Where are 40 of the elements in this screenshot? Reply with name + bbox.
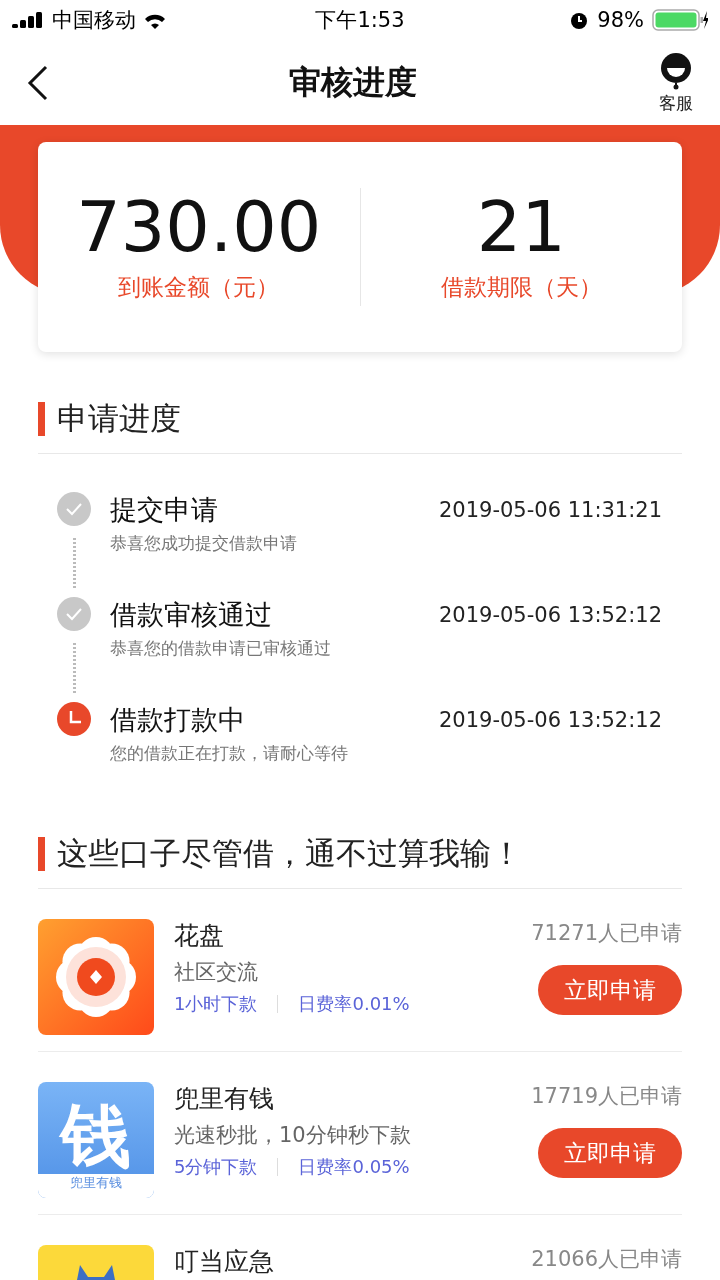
- summary-value: 730.00: [76, 191, 322, 262]
- app-description: 光速秒批，10分钟秒下款: [174, 1122, 412, 1149]
- applicant-count: 71271人已申请: [531, 920, 682, 947]
- app-logo: 钱 兜里有钱: [38, 1082, 154, 1198]
- app-name: 花盘: [174, 920, 225, 952]
- summary-label: 到账金额（元）: [118, 272, 280, 302]
- status-time: 下午1:53: [315, 7, 405, 34]
- battery-icon: [652, 9, 708, 31]
- step-title: 借款打款中: [110, 704, 245, 735]
- step-description: 您的借款正在打款，请耐心等待: [110, 742, 349, 765]
- summary-value: 21: [476, 191, 566, 262]
- back-icon[interactable]: [26, 64, 50, 101]
- section-title: 申请进度: [57, 398, 181, 438]
- section-title: 这些口子尽管借，通不过算我输！: [57, 833, 522, 873]
- app-name: 叮当应急: [174, 1246, 275, 1278]
- alarm-icon: [569, 10, 590, 30]
- app-description: 社区交流: [174, 959, 259, 986]
- app-name: 兜里有钱: [174, 1083, 275, 1115]
- summary-label: 借款期限（天）: [440, 272, 602, 302]
- feature-tag: 日费率0.05%: [298, 1155, 410, 1179]
- accent-bar: [38, 836, 45, 871]
- carrier-name: 中国移动: [52, 7, 136, 34]
- apply-button[interactable]: 立即申请: [538, 1128, 682, 1178]
- step-description: 恭喜您的借款申请已审核通过: [110, 637, 332, 660]
- applicant-count: 17719人已申请: [531, 1083, 682, 1110]
- step-time: 2019-05-06 13:52:12: [438, 602, 662, 629]
- step-title: 借款审核通过: [110, 599, 272, 630]
- applicant-count: 21066人已申请: [531, 1246, 682, 1273]
- feature-tag: 5分钟下款: [174, 1155, 258, 1179]
- step-description: 恭喜您成功提交借款申请: [110, 532, 298, 555]
- step-title: 提交申请: [110, 494, 218, 525]
- step-time: 2019-05-06 13:52:12: [438, 707, 662, 734]
- page-title: 审核进度: [289, 61, 417, 103]
- feature-tag: 日费率0.01%: [298, 992, 410, 1016]
- service-label[interactable]: 客服: [659, 92, 693, 115]
- step-time: 2019-05-06 11:31:21: [438, 497, 662, 524]
- battery-percent: 98%: [597, 8, 644, 32]
- accent-bar: [38, 401, 45, 436]
- feature-tag: 1小时下款: [174, 992, 258, 1016]
- apply-button[interactable]: 立即申请: [538, 965, 682, 1015]
